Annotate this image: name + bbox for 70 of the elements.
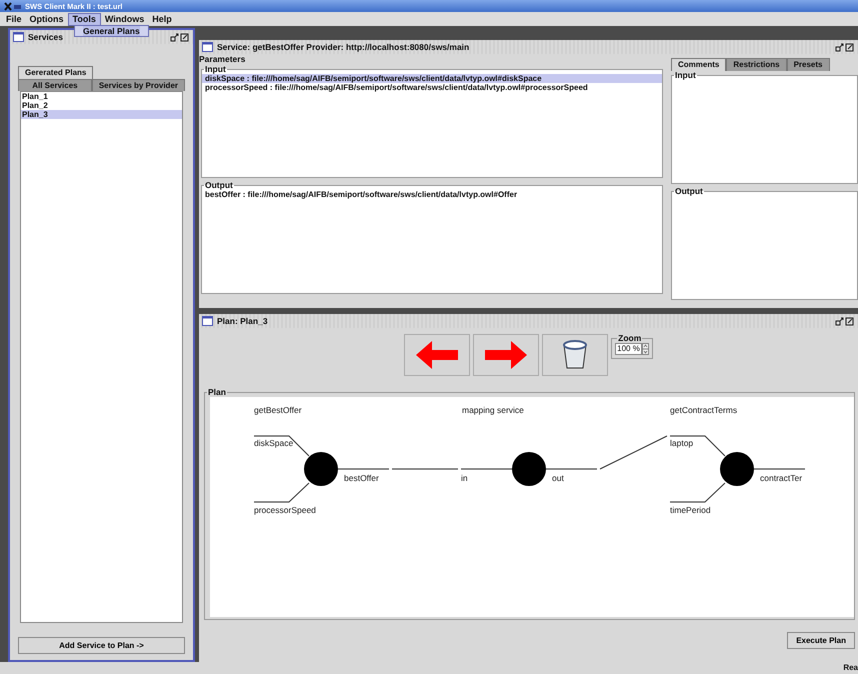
tab[interactable]: Presets [786, 58, 830, 71]
port-line [546, 468, 598, 470]
connector-line [600, 436, 668, 470]
service-node [720, 452, 754, 486]
left-arrow-icon [415, 340, 460, 370]
port-label: bestOffer [344, 473, 379, 483]
menu-entry[interactable]: General Plans [83, 26, 140, 36]
window-icon [13, 32, 24, 42]
service-title: getBestOffer [254, 405, 302, 415]
port-label: diskSpace [254, 438, 294, 448]
group-label: Input [204, 65, 226, 74]
window-controls-icon[interactable] [170, 32, 190, 42]
port-line [254, 436, 310, 456]
group-label: Parameters [199, 54, 246, 64]
menu-item[interactable]: Windows [100, 12, 148, 26]
zoom-field[interactable]: 100 % [615, 343, 642, 355]
menu-item[interactable]: File [2, 12, 26, 26]
port-line [254, 482, 310, 502]
group-label: Input [674, 70, 697, 80]
panel-title: Services [28, 32, 63, 42]
list-item[interactable]: Plan_2 [21, 101, 182, 110]
group-label: Output [674, 186, 704, 196]
port-label: laptop [670, 438, 694, 448]
window-controls-icon[interactable] [835, 316, 855, 326]
window-controls-icon[interactable] [835, 42, 855, 52]
tab[interactable]: All Services [18, 78, 92, 92]
port-label: in [461, 473, 468, 483]
execute-plan-button[interactable]: Execute Plan [787, 632, 855, 649]
tab[interactable]: Restrictions [726, 58, 787, 71]
port-line [670, 436, 726, 456]
window-icon [202, 316, 213, 326]
service-title: getContractTerms [670, 405, 738, 415]
tab[interactable]: Comments [671, 58, 726, 71]
menu-item[interactable]: Help [148, 12, 176, 26]
delete-button[interactable] [542, 334, 608, 376]
menu-item[interactable]: Tools [68, 12, 101, 26]
panel-title: Service: getBestOffer Provider: http://localhost:8080/sws/main [217, 42, 470, 52]
forward-button[interactable] [473, 334, 540, 376]
port-label: contractTer [760, 473, 802, 483]
port-line [460, 468, 514, 470]
panel-title: Plan: Plan_3 [217, 316, 268, 326]
parameter-row[interactable]: processorSpeed : file:///home/sag/AIFB/semiport/software/sws/client/data/lvtyp.owl#processorSpeed [202, 83, 662, 92]
group-label: Output [204, 181, 233, 190]
service-node [304, 452, 338, 486]
service-node [512, 452, 546, 486]
tab[interactable]: Gererated Plans [18, 66, 94, 79]
menu-item[interactable]: Options [26, 12, 68, 26]
parameter-row[interactable]: bestOffer : file:///home/sag/AIFB/semiport/software/sws/client/data/lvtyp.owl#Offer [202, 190, 662, 200]
list-item[interactable]: Plan_3 [21, 110, 182, 120]
port-label: timePeriod [670, 505, 711, 515]
parameter-row[interactable]: diskSpace : file:///home/sag/AIFB/semiport/software/sws/client/data/lvtyp.owl#diskSpace [202, 74, 662, 84]
back-button[interactable] [404, 334, 470, 376]
port-line [338, 468, 390, 470]
add-service-button[interactable]: Add Service to Plan -> [18, 637, 185, 654]
group-label: Plan [207, 388, 227, 397]
port-line [754, 468, 806, 470]
service-title: mapping service [462, 405, 524, 415]
spinner-icon[interactable] [642, 343, 649, 355]
port-label: out [552, 473, 564, 483]
port-line [670, 482, 726, 502]
app-icon [4, 2, 22, 10]
group-label: Zoom [617, 334, 642, 343]
status-text: Rea [843, 663, 858, 673]
connector-line [392, 468, 458, 470]
port-label: processorSpeed [254, 505, 316, 515]
list-item[interactable]: Plan_1 [21, 92, 182, 102]
right-arrow-icon [484, 340, 528, 370]
tab[interactable]: Services by Provider [92, 78, 185, 92]
window-icon [202, 42, 213, 52]
trash-icon [562, 340, 588, 370]
